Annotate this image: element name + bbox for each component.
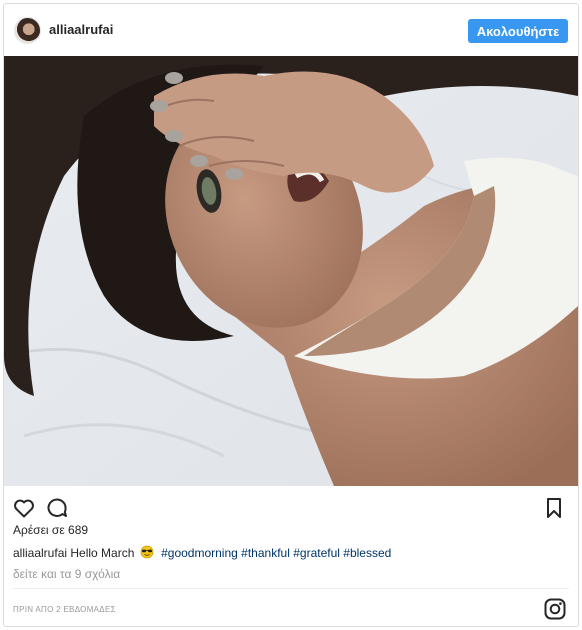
post-header: alliaalrufai Ακολουθήστε xyxy=(4,4,578,56)
hashtag[interactable]: #goodmorning xyxy=(161,546,238,560)
post-card: alliaalrufai Ακολουθήστε Αρέσει σε 689 a… xyxy=(3,3,579,627)
post-actions xyxy=(4,488,578,524)
hashtag[interactable]: #blessed xyxy=(343,546,391,560)
heart-icon[interactable] xyxy=(12,496,36,520)
hashtag[interactable]: #grateful xyxy=(293,546,340,560)
photo-image xyxy=(4,56,578,486)
bookmark-icon[interactable] xyxy=(542,496,566,520)
divider xyxy=(13,588,569,589)
caption-text: Hello March xyxy=(70,546,135,560)
comment-icon[interactable] xyxy=(45,496,69,520)
likes-count[interactable]: Αρέσει σε 689 xyxy=(13,523,88,537)
post-caption: alliaalrufai Hello March #goodmorning #t… xyxy=(13,545,391,562)
instagram-icon[interactable] xyxy=(544,598,566,620)
sunglasses-emoji-icon xyxy=(140,545,154,562)
post-photo[interactable] xyxy=(4,56,578,486)
post-username[interactable]: alliaalrufai xyxy=(49,22,113,37)
caption-username[interactable]: alliaalrufai xyxy=(13,546,67,560)
follow-button[interactable]: Ακολουθήστε xyxy=(468,19,568,43)
post-timestamp[interactable]: ΠΡΙΝ ΑΠΟ 2 ΕΒΔΟΜΑΔΕΣ xyxy=(13,605,116,614)
avatar[interactable] xyxy=(14,17,41,44)
view-all-comments-link[interactable]: δείτε και τα 9 σχόλια xyxy=(13,567,120,581)
hashtag[interactable]: #thankful xyxy=(241,546,290,560)
